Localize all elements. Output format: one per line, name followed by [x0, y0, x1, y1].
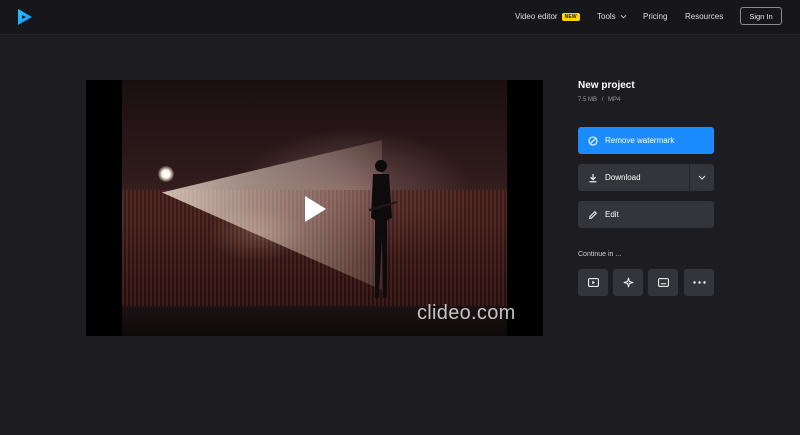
- top-navigation-bar: Video editor NEW Tools Pricing Resources…: [0, 0, 800, 35]
- chevron-down-icon: [620, 14, 627, 19]
- video-preview[interactable]: clideo.com: [86, 80, 543, 336]
- nav-pricing-label: Pricing: [643, 12, 668, 21]
- new-badge: NEW: [561, 12, 580, 21]
- more-dots-icon: [692, 281, 706, 284]
- pencil-icon: [588, 210, 598, 219]
- continue-more-button[interactable]: [684, 269, 714, 296]
- meta-separator: /: [601, 97, 604, 103]
- nav-pricing[interactable]: Pricing: [643, 12, 667, 21]
- continue-in-label: Continue in ...: [578, 251, 622, 258]
- edit-label: Edit: [605, 210, 619, 219]
- play-icon[interactable]: [302, 194, 328, 224]
- no-watermark-icon: [588, 135, 598, 146]
- continue-subtitles-button[interactable]: [648, 269, 678, 296]
- project-title: New project: [578, 80, 635, 91]
- subtitles-icon: [657, 278, 669, 287]
- video-player-icon: [587, 278, 599, 287]
- nav-video-editor[interactable]: Video editor NEW: [515, 12, 580, 21]
- chevron-down-icon: [698, 175, 706, 180]
- download-label: Download: [605, 173, 641, 182]
- download-button[interactable]: Download: [578, 164, 714, 191]
- nav-tools[interactable]: Tools: [597, 12, 627, 21]
- spotlight: [158, 166, 174, 182]
- nav-resources[interactable]: Resources: [685, 12, 723, 21]
- continue-video-player-button[interactable]: [578, 269, 608, 296]
- nav-video-editor-label: Video editor: [515, 12, 558, 21]
- nav-resources-label: Resources: [685, 12, 724, 21]
- performer-silhouette: [368, 160, 398, 298]
- continue-enhance-button[interactable]: [613, 269, 643, 296]
- file-format: MP4: [608, 97, 621, 103]
- watermark-text: clideo.com: [417, 302, 516, 324]
- sparkle-icon: [623, 277, 633, 288]
- remove-watermark-label: Remove watermark: [605, 136, 675, 145]
- remove-watermark-button[interactable]: Remove watermark: [578, 127, 714, 154]
- clideo-logo-icon[interactable]: [16, 8, 34, 26]
- file-size: 7.5 MB: [578, 97, 598, 103]
- project-meta: 7.5 MB / MP4: [578, 97, 620, 103]
- nav-tools-label: Tools: [597, 12, 616, 21]
- edit-button[interactable]: Edit: [578, 201, 714, 228]
- download-options-dropdown[interactable]: [689, 164, 714, 191]
- download-icon: [589, 173, 597, 182]
- sign-in-button[interactable]: Sign In: [740, 7, 782, 25]
